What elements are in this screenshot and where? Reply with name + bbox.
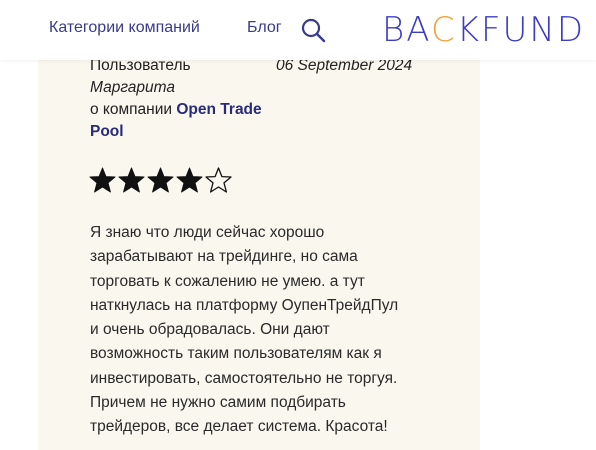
review-text-line: и очень обрадовалась. Они дают xyxy=(90,321,330,339)
star-filled-icon xyxy=(118,167,145,193)
star-empty-icon xyxy=(205,167,232,193)
review-text-line: трейдеров, все делает система. Красота! xyxy=(90,418,388,436)
nav-categories-link[interactable]: Категории компаний xyxy=(49,19,200,37)
star-filled-icon xyxy=(147,167,174,193)
company-prefix: о компании xyxy=(90,101,173,118)
review-text-line: возможность таким пользователям как я xyxy=(90,345,382,363)
logo-text-accent: C xyxy=(430,10,457,50)
review-text-line: торговать к сожалению не умею. а тут xyxy=(90,272,365,290)
search-icon[interactable] xyxy=(300,17,326,43)
review-text-line: Я знаю что люди сейчас хорошо xyxy=(90,224,325,241)
star-rating xyxy=(88,166,233,194)
review-text-line: Причем не нужно самим подбирать xyxy=(90,394,346,412)
author-name: Маргарита xyxy=(90,79,176,96)
review-text-line: инвестировать, самостоятельно не торгуя. xyxy=(90,369,398,387)
logo-text-part1: BA xyxy=(382,10,431,50)
logo-text-part2: KFUND xyxy=(456,10,586,50)
backfund-logo[interactable]: BACKFUND xyxy=(382,10,585,50)
review-text-line: зарабатывают на трейдинге, но сама xyxy=(90,248,358,266)
star-filled-icon xyxy=(176,167,203,193)
review-text: Я знаю что люди сейчас хорошо зарабатываю… xyxy=(90,221,440,440)
nav-blog-link[interactable]: Блог xyxy=(247,19,282,37)
site-header: Категории компаний Блог BACKFUND xyxy=(0,0,596,60)
star-filled-icon xyxy=(89,167,116,193)
review-text-line: наткнулась на платформу ОупенТрейдПул xyxy=(90,296,399,314)
review-author: Пользователь Маргарита о компании Open T… xyxy=(90,55,270,143)
